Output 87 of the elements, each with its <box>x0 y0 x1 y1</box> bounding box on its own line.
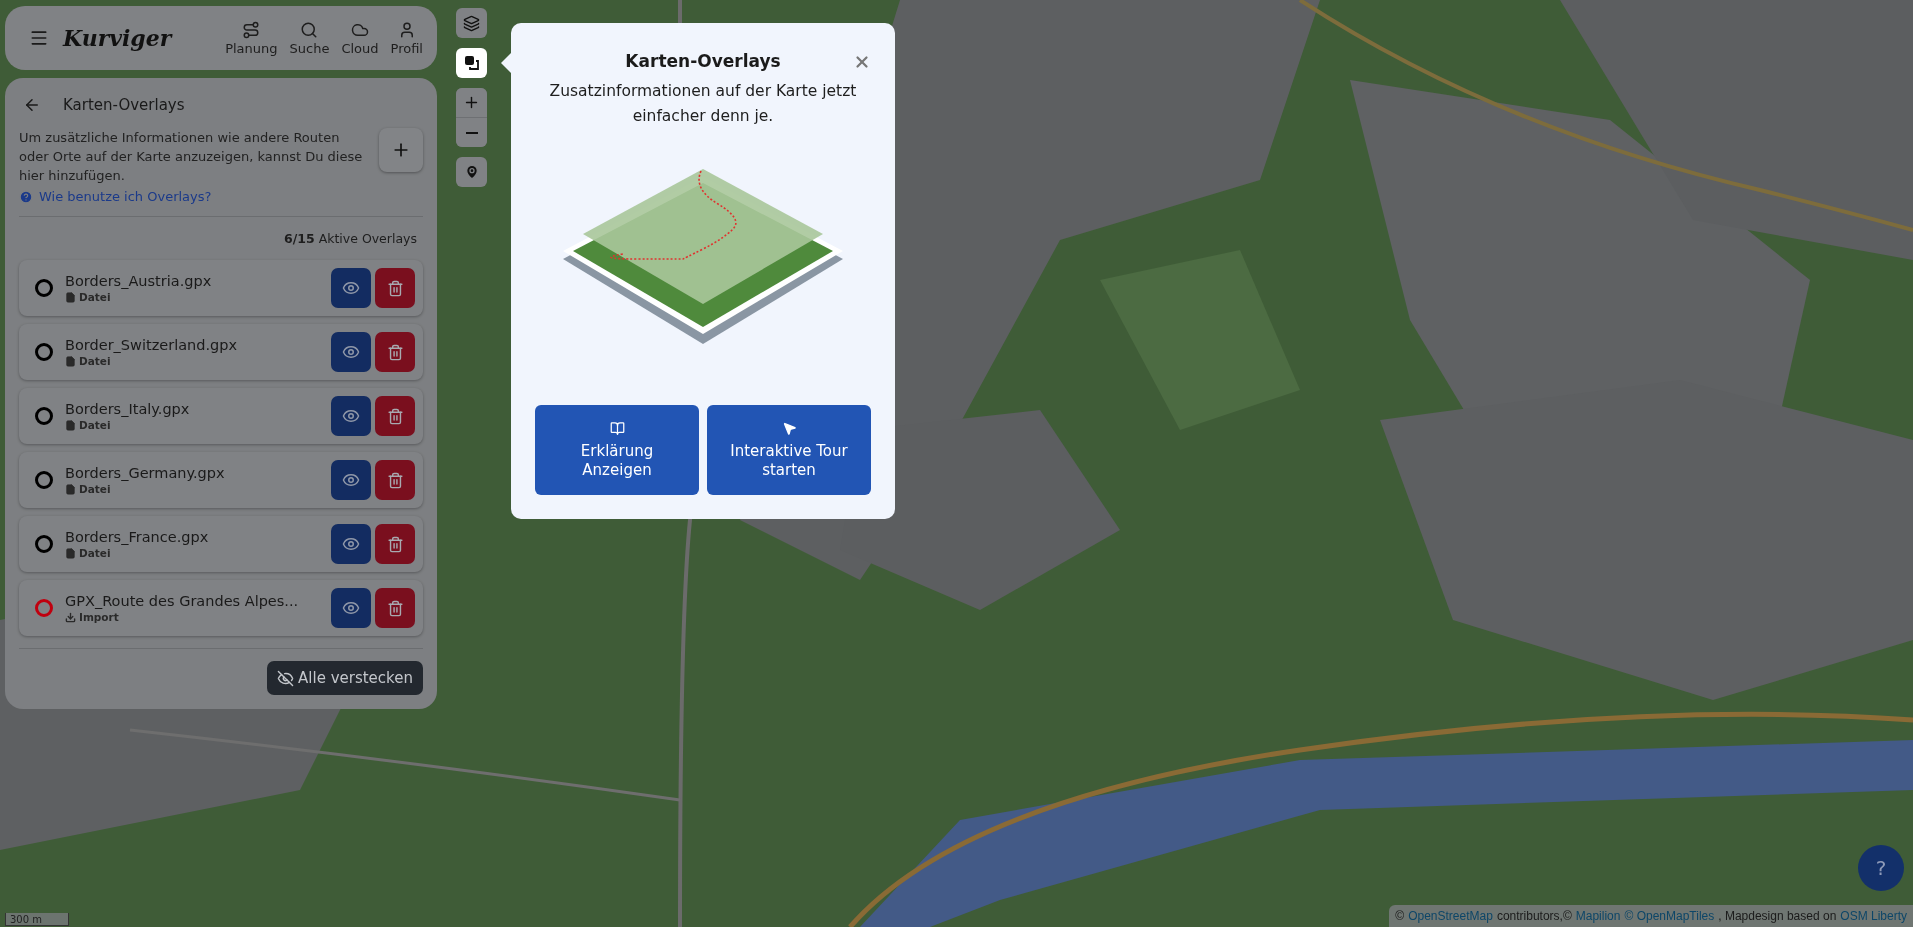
file-icon <box>65 355 76 367</box>
eye-icon <box>342 407 360 425</box>
menu-button[interactable] <box>29 28 49 48</box>
overlay-name: Borders_Italy.gpx <box>65 401 191 417</box>
eye-icon <box>342 343 360 361</box>
overlay-item[interactable]: Borders_France.gpx Datei <box>19 516 423 572</box>
help-link[interactable]: Wie benutze ich Overlays? <box>19 189 423 204</box>
overlay-item[interactable]: GPX_Route des Grandes Alpes... Import <box>19 580 423 636</box>
trash-icon <box>386 407 404 425</box>
overlay-name: Borders_France.gpx <box>65 529 210 545</box>
overlay-name: Borders_Germany.gpx <box>65 465 226 481</box>
nav-item[interactable]: Planung <box>225 20 278 56</box>
active-count: 6/15 Aktive Overlays <box>284 231 417 246</box>
download-icon <box>65 611 76 623</box>
overlays-button[interactable] <box>456 48 487 78</box>
delete-button[interactable] <box>375 268 415 308</box>
close-icon <box>853 53 871 71</box>
tour-button[interactable]: Interaktive Tour starten <box>707 405 871 495</box>
delete-button[interactable] <box>375 588 415 628</box>
delete-button[interactable] <box>375 396 415 436</box>
overlay-item[interactable]: Borders_Germany.gpx Datei <box>19 452 423 508</box>
visibility-button[interactable] <box>331 524 371 564</box>
visibility-button[interactable] <box>331 588 371 628</box>
eye-icon <box>342 535 360 553</box>
route-icon <box>242 20 261 39</box>
file-icon <box>65 483 76 495</box>
eye-icon <box>342 279 360 297</box>
description-text: Um zusätzliche Informationen wie andere Routen oder Orte auf der Karte anzuzeigen, kannst Du diese hier hinzufügen. <box>19 129 364 185</box>
attribution-text: © <box>1395 909 1405 923</box>
popup-title: Karten-Overlays <box>625 51 781 71</box>
overlay-item[interactable]: Borders_Austria.gpx Datei <box>19 260 423 316</box>
visibility-button[interactable] <box>331 268 371 308</box>
overlay-source: Datei <box>65 547 111 559</box>
overlay-source: Datei <box>65 355 111 367</box>
trash-icon <box>386 471 404 489</box>
eye-icon <box>342 599 360 617</box>
layers-button[interactable] <box>456 8 487 38</box>
book-icon <box>609 420 625 436</box>
overlay-name: Border_Switzerland.gpx <box>65 337 239 353</box>
delete-button[interactable] <box>375 460 415 500</box>
logo: Kurviger <box>63 25 174 51</box>
visibility-button[interactable] <box>331 396 371 436</box>
location-button[interactable] <box>456 157 487 187</box>
file-icon <box>65 419 76 431</box>
overlay-item[interactable]: Border_Switzerland.gpx Datei <box>19 324 423 380</box>
add-button[interactable] <box>379 128 423 172</box>
close-button[interactable] <box>853 53 871 71</box>
overlay-name: GPX_Route des Grandes Alpes... <box>65 593 300 609</box>
zoom-in-button[interactable] <box>456 88 487 117</box>
attribution-text: contributors,© <box>1496 909 1572 923</box>
hide-all-button[interactable]: Alle verstecken <box>267 661 423 695</box>
layers-icon <box>463 14 480 32</box>
visibility-button[interactable] <box>331 332 371 372</box>
overlay-source: Datei <box>65 419 111 431</box>
search-icon <box>300 20 319 39</box>
minus-icon <box>465 131 478 134</box>
nav-item[interactable]: Suche <box>289 20 330 56</box>
overlay-name: Borders_Austria.gpx <box>65 273 213 289</box>
visibility-button[interactable] <box>331 460 371 500</box>
help-icon <box>19 189 33 204</box>
file-icon <box>65 547 76 559</box>
cursor-icon <box>781 420 797 436</box>
attribution-text: , Mapdesign based on <box>1718 909 1837 923</box>
overlay-source: Datei <box>65 291 111 303</box>
scale-bar: 300 m <box>5 913 69 926</box>
trash-icon <box>386 343 404 361</box>
menu-icon <box>29 28 49 48</box>
eye-icon <box>342 471 360 489</box>
popup-text: Zusatzinformationen auf der Karte jetzt einfacher denn je. <box>548 81 858 127</box>
plus-icon <box>463 94 480 111</box>
trash-icon <box>386 599 404 617</box>
trash-icon <box>386 279 404 297</box>
zoom-out-button[interactable] <box>456 118 487 147</box>
overlay-item[interactable]: Borders_Italy.gpx Datei <box>19 388 423 444</box>
back-button[interactable] <box>23 96 41 114</box>
delete-button[interactable] <box>375 332 415 372</box>
nav-item[interactable]: Cloud <box>341 20 379 56</box>
explain-button[interactable]: Erklärung Anzeigen <box>535 405 699 495</box>
panel-title: Karten-Overlays <box>63 96 185 114</box>
file-icon <box>65 291 76 303</box>
overlay-source: Import <box>65 611 119 623</box>
trash-icon <box>386 535 404 553</box>
overlapping-squares-icon <box>463 55 480 71</box>
delete-button[interactable] <box>375 524 415 564</box>
overlay-source: Datei <box>65 483 111 495</box>
nav-item[interactable]: Profil <box>390 20 423 56</box>
eye-off-icon <box>277 669 295 687</box>
